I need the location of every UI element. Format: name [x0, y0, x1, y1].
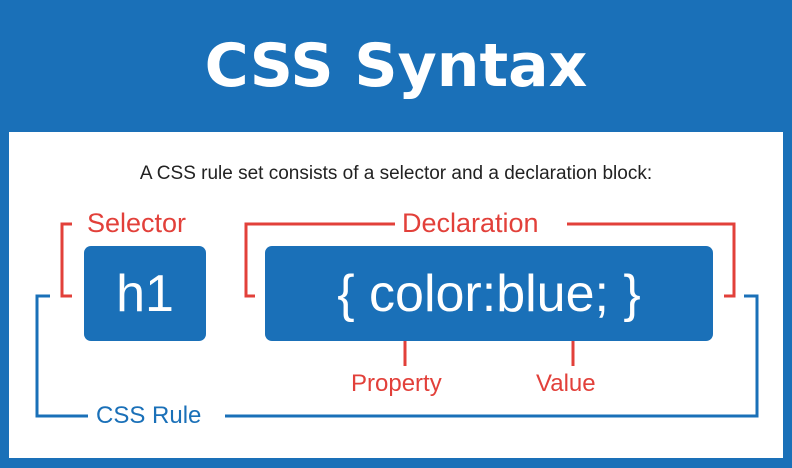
property-label: Property [351, 370, 442, 397]
declaration-code: { color:blue; } [337, 264, 641, 323]
css-rule-label: CSS Rule [88, 404, 210, 428]
selector-label: Selector [81, 210, 193, 237]
selector-box: h1 [84, 246, 206, 341]
declaration-label: Declaration [396, 210, 545, 237]
value-label: Value [536, 370, 596, 397]
declaration-box: { color:blue; } [265, 246, 713, 341]
selector-bracket-left [60, 222, 72, 298]
selector-bracket [60, 222, 72, 298]
rule-bracket-left [35, 294, 88, 418]
selector-code: h1 [116, 264, 174, 323]
